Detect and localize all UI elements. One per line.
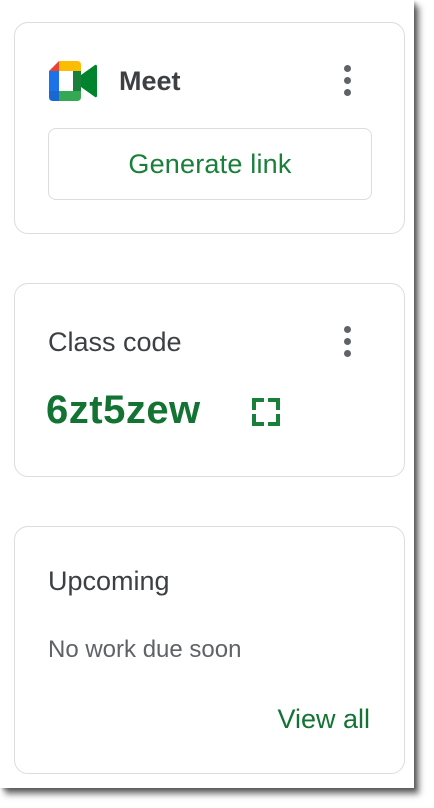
class-code-title: Class code	[48, 327, 182, 357]
upcoming-title: Upcoming	[48, 566, 170, 596]
view-all-link[interactable]: View all	[277, 701, 370, 737]
upcoming-empty-message: No work due soon	[48, 636, 242, 663]
meet-more-options-icon[interactable]	[336, 61, 360, 101]
fullscreen-icon[interactable]	[251, 397, 281, 427]
class-code-card: Class code 6zt5zew	[14, 283, 405, 477]
google-meet-logo-icon	[49, 61, 97, 101]
class-code-more-options-icon[interactable]	[336, 322, 360, 362]
meet-card: Meet Generate link	[14, 22, 405, 234]
generate-link-button[interactable]: Generate link	[48, 128, 372, 200]
classroom-side-panel: Meet Generate link Class code 6zt5zew Up…	[0, 0, 414, 788]
class-code-value: 6zt5zew	[46, 388, 201, 432]
meet-title: Meet	[119, 66, 181, 96]
upcoming-card: Upcoming No work due soon View all	[14, 526, 405, 774]
